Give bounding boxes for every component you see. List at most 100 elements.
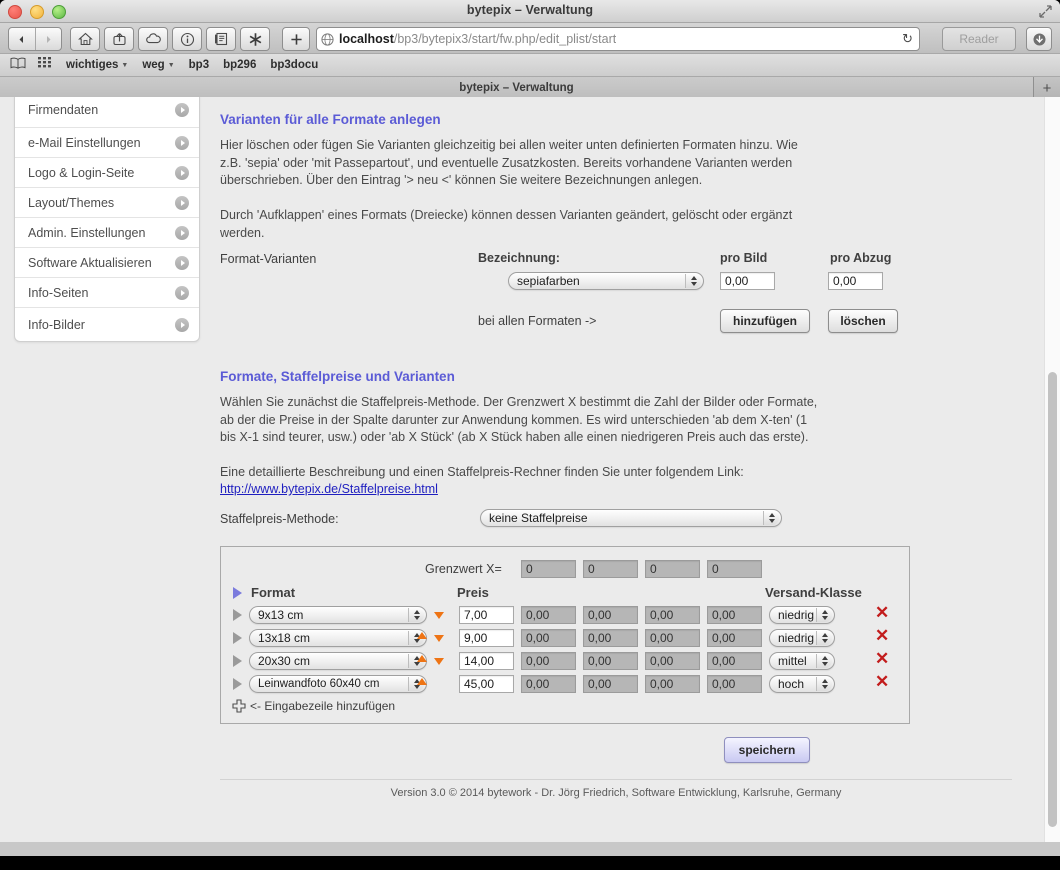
address-bar[interactable]: localhost/bp3/bytepix3/start/fw.php/edit… bbox=[316, 27, 920, 51]
price-input-row2[interactable]: 9,00 bbox=[459, 629, 514, 647]
variants-paragraph-2: Durch 'Aufklappen' eines Formats (Dreiec… bbox=[220, 208, 793, 240]
sidebar-item-info-bilder[interactable]: Info-Bilder bbox=[15, 307, 199, 341]
price-input-row1[interactable]: 7,00 bbox=[459, 606, 514, 624]
sidebar-item-email-einstellungen[interactable]: e-Mail Einstellungen bbox=[15, 127, 199, 157]
shipping-class-select-row2[interactable]: niedrig bbox=[769, 629, 835, 647]
bookmark-weg[interactable]: weg ▼ bbox=[142, 59, 174, 71]
bookmark-wichtiges[interactable]: wichtiges ▼ bbox=[66, 59, 128, 71]
tier-price-1-row4[interactable]: 0,00 bbox=[521, 675, 576, 693]
reload-icon[interactable]: ↻ bbox=[902, 31, 915, 47]
price-input-row4[interactable]: 45,00 bbox=[459, 675, 514, 693]
tier-price-1-row2[interactable]: 0,00 bbox=[521, 629, 576, 647]
grenzwert-input-3[interactable]: 0 bbox=[645, 560, 700, 578]
tier-price-2-row1[interactable]: 0,00 bbox=[583, 606, 638, 624]
expand-arrows-icon[interactable] bbox=[1039, 5, 1052, 18]
delete-row-icon-row4[interactable]: ✕ bbox=[875, 673, 889, 690]
sidebar-item-info-seiten[interactable]: Info-Seiten bbox=[15, 277, 199, 307]
grenzwert-input-4[interactable]: 0 bbox=[707, 560, 762, 578]
tier-price-3-row3[interactable]: 0,00 bbox=[645, 652, 700, 670]
cloud-icon[interactable] bbox=[138, 27, 168, 51]
move-down-icon-row2[interactable] bbox=[434, 635, 444, 642]
sidebar-item-logo-login-seite[interactable]: Logo & Login-Seite bbox=[15, 157, 199, 187]
book-icon[interactable] bbox=[10, 56, 26, 74]
bezeichnung-select[interactable]: sepiafarben bbox=[508, 272, 704, 290]
tier-price-4-row3[interactable]: 0,00 bbox=[707, 652, 762, 670]
info-circle-icon[interactable] bbox=[172, 27, 202, 51]
delete-row-icon-row3[interactable]: ✕ bbox=[875, 650, 889, 667]
move-up-icon-row3[interactable] bbox=[417, 655, 427, 662]
sidebar-item-admin-einstellungen[interactable]: Admin. Einstellungen bbox=[15, 217, 199, 247]
sidebar-nav: Firmendaten e-Mail Einstellungen Logo & … bbox=[14, 97, 200, 342]
speichern-button[interactable]: speichern bbox=[724, 737, 810, 763]
expand-row-triangle-icon[interactable] bbox=[233, 632, 242, 644]
delete-row-icon-row2[interactable]: ✕ bbox=[875, 627, 889, 644]
move-up-icon-row4[interactable] bbox=[417, 678, 427, 685]
staffelpreis-methode-label: Staffelpreis-Methode: bbox=[220, 512, 339, 526]
tier-price-1-row1[interactable]: 0,00 bbox=[521, 606, 576, 624]
download-icon[interactable] bbox=[1026, 27, 1052, 51]
sidebar-item-label: Layout/Themes bbox=[28, 195, 115, 210]
move-down-icon-row3[interactable] bbox=[434, 658, 444, 665]
tier-price-3-row2[interactable]: 0,00 bbox=[645, 629, 700, 647]
sidebar-item-software-aktualisieren[interactable]: Software Aktualisieren bbox=[15, 247, 199, 277]
staffelpreise-link[interactable]: http://www.bytepix.de/Staffelpreise.html bbox=[220, 482, 438, 496]
select-stepper-icon bbox=[816, 631, 832, 645]
tier-price-2-row3[interactable]: 0,00 bbox=[583, 652, 638, 670]
sidebar-item-firmendaten[interactable]: Firmendaten bbox=[15, 97, 199, 127]
format-select-row2[interactable]: 13x18 cm bbox=[249, 629, 427, 647]
format-select-row4[interactable]: Leinwandfoto 60x40 cm bbox=[249, 675, 427, 693]
expand-row-triangle-icon[interactable] bbox=[233, 609, 242, 621]
forward-arrow-icon[interactable] bbox=[36, 28, 62, 50]
format-select-row1[interactable]: 9x13 cm bbox=[249, 606, 427, 624]
tier-price-1-row3[interactable]: 0,00 bbox=[521, 652, 576, 670]
tier-price-2-row2[interactable]: 0,00 bbox=[583, 629, 638, 647]
tier-price-4-row1[interactable]: 0,00 bbox=[707, 606, 762, 624]
loeschen-button[interactable]: löschen bbox=[828, 309, 898, 333]
asterisk-icon[interactable] bbox=[240, 27, 270, 51]
tab-bytepix-verwaltung[interactable]: bytepix – Verwaltung bbox=[0, 77, 1034, 99]
shipping-class-select-row3[interactable]: mittel bbox=[769, 652, 835, 670]
plus-icon[interactable] bbox=[282, 27, 310, 51]
hinzufuegen-button[interactable]: hinzufügen bbox=[720, 309, 810, 333]
staffelpreis-methode-select[interactable]: keine Staffelpreise bbox=[480, 509, 782, 527]
format-select-row3[interactable]: 20x30 cm bbox=[249, 652, 427, 670]
back-arrow-icon[interactable] bbox=[9, 28, 36, 50]
tier-price-4-row4[interactable]: 0,00 bbox=[707, 675, 762, 693]
grenzwert-input-2[interactable]: 0 bbox=[583, 560, 638, 578]
move-up-icon-row2[interactable] bbox=[417, 632, 427, 639]
bookmark-bp3[interactable]: bp3 bbox=[189, 59, 209, 71]
chevron-right-icon bbox=[175, 225, 189, 240]
expand-row-triangle-icon[interactable] bbox=[233, 655, 242, 667]
bookmark-bp296[interactable]: bp296 bbox=[223, 59, 256, 71]
tier-price-3-row4[interactable]: 0,00 bbox=[645, 675, 700, 693]
vertical-scrollbar[interactable] bbox=[1044, 97, 1060, 842]
shipping-class-select-row4[interactable]: hoch bbox=[769, 675, 835, 693]
reader-button[interactable]: Reader bbox=[942, 27, 1016, 51]
scrollbar-thumb[interactable] bbox=[1048, 372, 1057, 827]
url-path: /bp3/bytepix3/start/fw.php/edit_plist/st… bbox=[393, 32, 617, 46]
bookmark-label: weg bbox=[142, 59, 165, 71]
grenzwert-input-1[interactable]: 0 bbox=[521, 560, 576, 578]
tier-price-4-row2[interactable]: 0,00 bbox=[707, 629, 762, 647]
expand-row-triangle-icon[interactable] bbox=[233, 678, 242, 690]
share-icon[interactable] bbox=[104, 27, 134, 51]
price-input-row3[interactable]: 14,00 bbox=[459, 652, 514, 670]
grid-icon[interactable] bbox=[38, 56, 52, 74]
pro-bild-input[interactable]: 0,00 bbox=[720, 272, 775, 290]
add-row-label[interactable]: <- Eingabezeile hinzufügen bbox=[250, 699, 395, 713]
window-title: bytepix – Verwaltung bbox=[466, 3, 594, 17]
bookmark-bp3docu[interactable]: bp3docu bbox=[270, 59, 318, 71]
reading-list-icon[interactable] bbox=[206, 27, 236, 51]
home-icon[interactable] bbox=[70, 27, 100, 51]
shipping-class-select-row1[interactable]: niedrig bbox=[769, 606, 835, 624]
delete-row-icon-row1[interactable]: ✕ bbox=[875, 604, 889, 621]
tier-price-2-row4[interactable]: 0,00 bbox=[583, 675, 638, 693]
tier-price-3-row1[interactable]: 0,00 bbox=[645, 606, 700, 624]
new-tab-button[interactable]: + bbox=[1034, 77, 1060, 99]
pro-abzug-input[interactable]: 0,00 bbox=[828, 272, 883, 290]
expand-all-triangle-icon[interactable] bbox=[233, 587, 242, 599]
add-row-icon[interactable] bbox=[232, 699, 246, 718]
move-down-icon-row1[interactable] bbox=[434, 612, 444, 619]
sidebar-item-layout-themes[interactable]: Layout/Themes bbox=[15, 187, 199, 217]
url-text: localhost/bp3/bytepix3/start/fw.php/edit… bbox=[339, 32, 616, 46]
